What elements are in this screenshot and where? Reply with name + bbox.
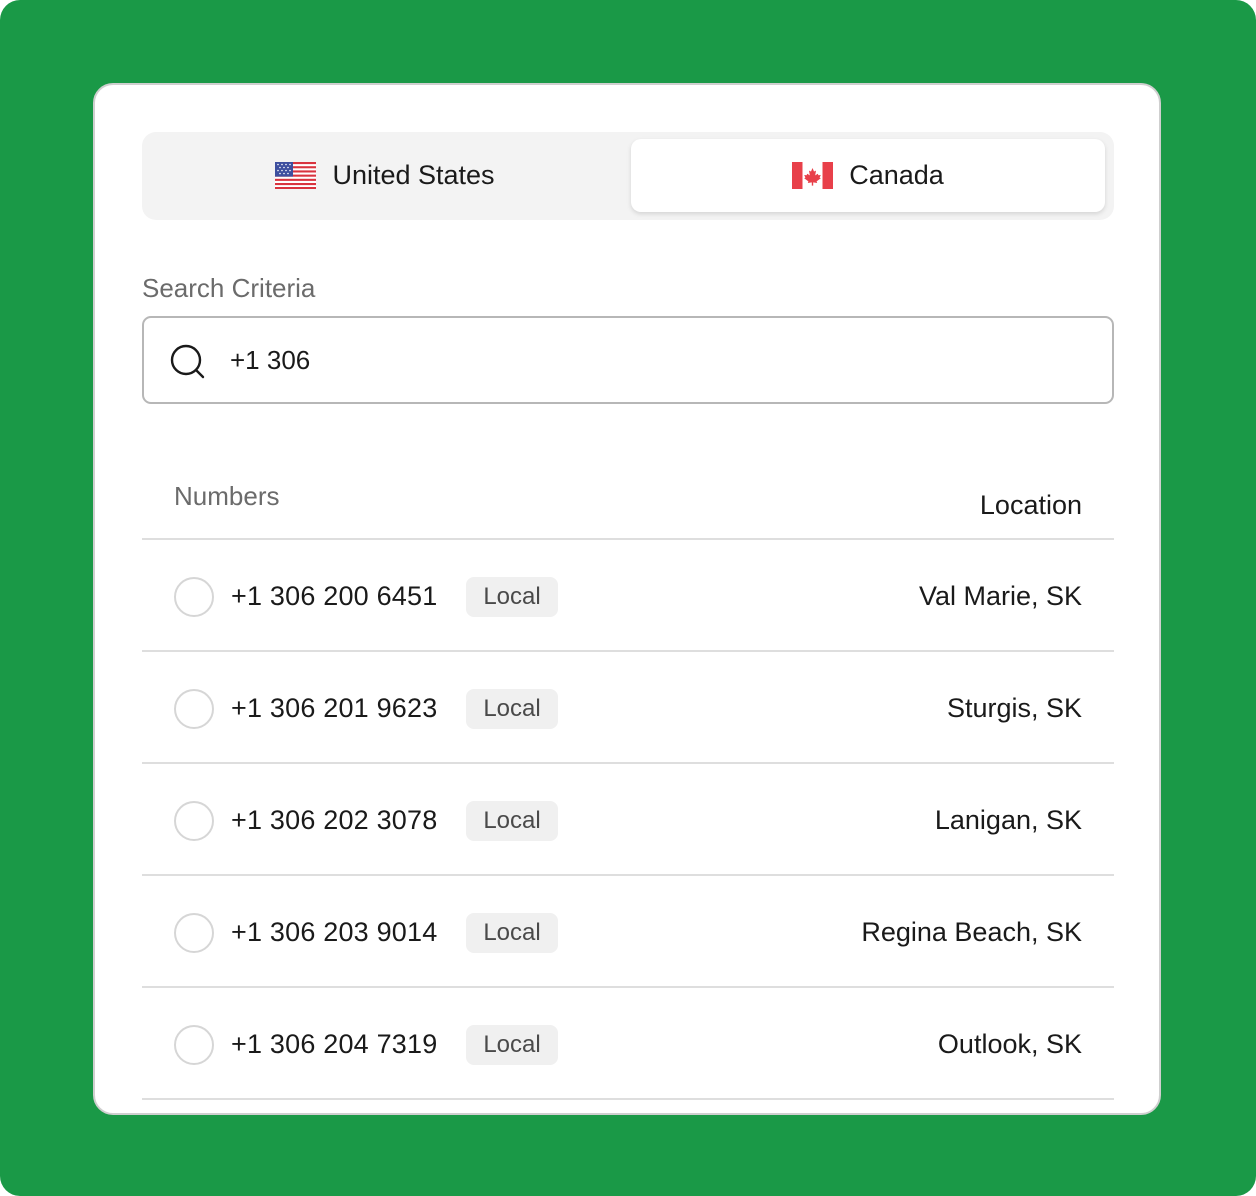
number-location: Sturgis, SK	[946, 693, 1082, 723]
search-icon	[170, 344, 206, 380]
location-column-header: Location	[979, 490, 1082, 520]
phone-number: +1 306 200 6451	[231, 581, 438, 611]
tab-canada-label: Canada	[849, 160, 944, 190]
row-radio[interactable]	[174, 1025, 214, 1065]
table-row[interactable]: +1 306 203 9014 Local Regina Beach, SK	[142, 876, 1114, 988]
row-radio[interactable]	[174, 801, 214, 841]
search-field[interactable]	[142, 316, 1114, 404]
phone-number: +1 306 203 9014	[231, 917, 438, 947]
row-radio[interactable]	[174, 913, 214, 953]
phone-number: +1 306 201 9623	[231, 693, 438, 723]
number-search-card: United States Canada Search Criteria +1 …	[93, 83, 1161, 1115]
search-input[interactable]	[230, 338, 1090, 382]
number-location: Outlook, SK	[937, 1029, 1082, 1059]
search-criteria-label: Search Criteria	[142, 273, 316, 303]
numbers-column-header: Numbers	[174, 481, 280, 511]
number-location: Lanigan, SK	[934, 805, 1082, 835]
table-row[interactable]: +1 306 202 3078 Local Lanigan, SK	[142, 764, 1114, 876]
table-row[interactable]: +1 306 200 6451 Local Val Marie, SK	[142, 540, 1114, 652]
number-type-badge: Local	[466, 689, 558, 729]
number-type-badge: Local	[466, 801, 558, 841]
row-radio[interactable]	[174, 577, 214, 617]
canada-flag-icon	[792, 162, 834, 189]
table-row[interactable]: +1 306 201 9623 Local Sturgis, SK	[142, 652, 1114, 764]
number-location: Regina Beach, SK	[861, 917, 1082, 947]
number-location: Val Marie, SK	[918, 581, 1082, 611]
number-type-badge: Local	[466, 577, 558, 617]
table-row[interactable]: +1 306 204 7319 Local Outlook, SK	[142, 988, 1114, 1100]
country-switcher: United States Canada	[142, 132, 1114, 220]
row-radio[interactable]	[174, 689, 214, 729]
number-type-badge: Local	[466, 1025, 558, 1065]
phone-number: +1 306 204 7319	[231, 1029, 438, 1059]
table-header: Numbers Location	[142, 449, 1114, 540]
number-list: +1 306 200 6451 Local Val Marie, SK +1 3…	[142, 540, 1114, 1100]
us-flag-icon	[275, 162, 317, 189]
phone-number: +1 306 202 3078	[231, 805, 438, 835]
tab-united-states[interactable]: United States	[148, 139, 622, 212]
number-type-badge: Local	[466, 913, 558, 953]
tab-united-states-label: United States	[332, 160, 495, 190]
green-background: United States Canada Search Criteria +1 …	[0, 0, 1256, 1196]
tab-canada[interactable]: Canada	[631, 139, 1105, 212]
